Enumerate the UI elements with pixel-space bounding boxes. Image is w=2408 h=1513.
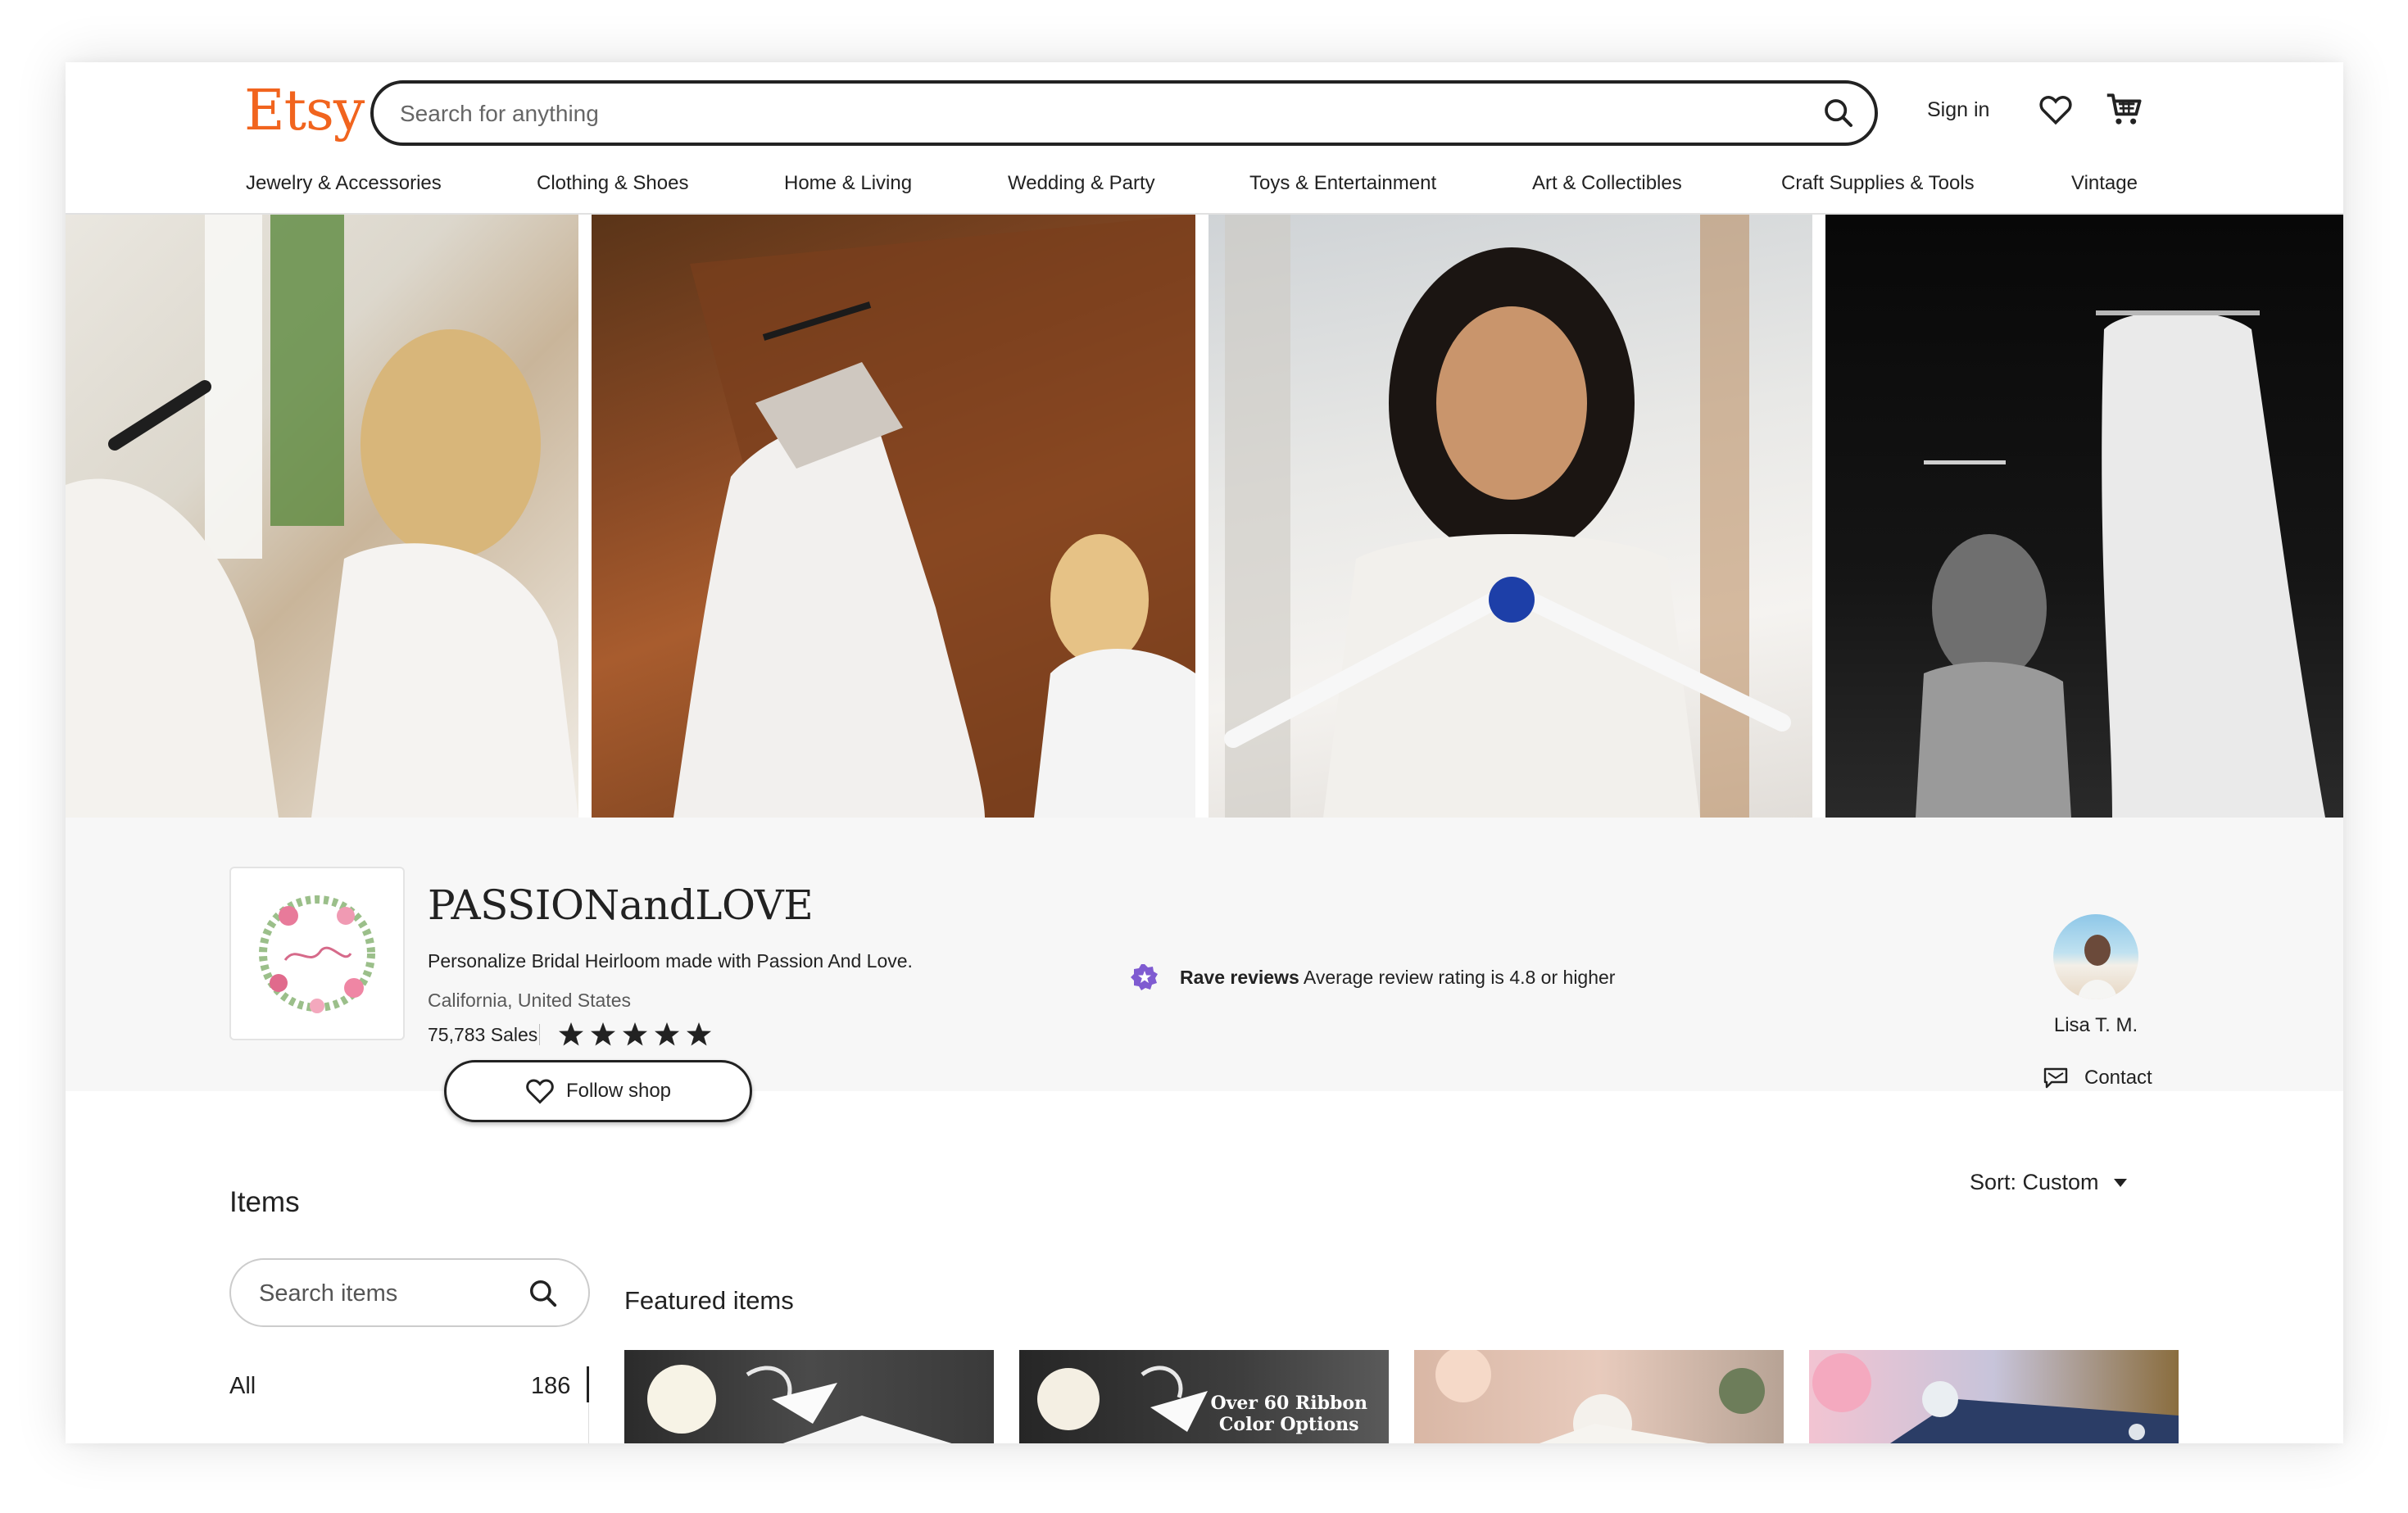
rave-reviews-text: Rave reviews Average review rating is 4.… xyxy=(1180,967,1615,989)
thumbnail-caption-line1: Over 60 Ribbon xyxy=(1210,1393,1367,1414)
nav-art-collectibles[interactable]: Art & Collectibles xyxy=(1532,172,1682,195)
featured-items-heading: Featured items xyxy=(624,1286,794,1315)
star-icon xyxy=(559,1022,583,1046)
browser-page: Etsy Sign in Jewelry & Accessories Cloth… xyxy=(66,62,2343,1443)
shop-name: PASSIONandLOVE xyxy=(428,881,814,929)
category-divider xyxy=(588,1402,589,1443)
search-input[interactable] xyxy=(398,84,1794,144)
sales-divider xyxy=(539,1024,540,1045)
search-bar[interactable] xyxy=(370,80,1878,146)
category-all[interactable]: All xyxy=(229,1373,256,1400)
sign-in-link[interactable]: Sign in xyxy=(1927,98,1989,122)
shop-tagline: Personalize Bridal Heirloom made with Pa… xyxy=(428,950,913,972)
rave-reviews-title: Rave reviews xyxy=(1180,967,1299,988)
category-nav: Jewelry & Accessories Clothing & Shoes H… xyxy=(66,172,2343,205)
message-icon xyxy=(2043,1067,2068,1089)
nav-craft-supplies-tools[interactable]: Craft Supplies & Tools xyxy=(1781,172,1975,195)
heart-icon xyxy=(526,1079,554,1104)
thumbnail-caption: Over 60 Ribbon Color Options xyxy=(1210,1393,1367,1435)
featured-item-thumbnail[interactable] xyxy=(1414,1350,1784,1443)
item-search-bar[interactable] xyxy=(229,1258,590,1327)
items-heading: Items xyxy=(229,1186,300,1218)
heart-icon[interactable] xyxy=(2038,93,2073,126)
caret-down-icon xyxy=(2113,1178,2127,1187)
star-icon xyxy=(623,1022,647,1046)
sort-label: Sort: Custom xyxy=(1970,1170,2099,1194)
shop-location: California, United States xyxy=(428,990,632,1011)
follow-shop-label: Follow shop xyxy=(565,1080,672,1102)
nav-vintage[interactable]: Vintage xyxy=(2071,172,2138,195)
black-white-dress-photo xyxy=(1825,215,2343,818)
shop-banner xyxy=(66,215,2343,818)
search-icon[interactable] xyxy=(528,1278,559,1309)
rating-stars xyxy=(559,1022,711,1046)
nav-clothing-shoes[interactable]: Clothing & Shoes xyxy=(537,172,688,195)
rave-reviews-description: Average review rating is 4.8 or higher xyxy=(1303,967,1616,988)
wedding-dress-on-door-photo xyxy=(592,215,1195,818)
contact-label: Contact xyxy=(2084,1067,2152,1089)
etsy-logo[interactable]: Etsy xyxy=(244,79,365,143)
contact-button[interactable]: Contact xyxy=(2043,1067,2152,1089)
thumbnail-caption-line2: Color Options xyxy=(1218,1414,1359,1435)
featured-item-thumbnail[interactable] xyxy=(1809,1350,2179,1443)
shop-sales-count: 75,783 Sales xyxy=(428,1024,538,1045)
site-header: Etsy Sign in Jewelry & Accessories Cloth… xyxy=(66,62,2343,215)
star-icon xyxy=(591,1022,615,1046)
rave-reviews-badge-icon xyxy=(1131,964,1158,990)
featured-item-thumbnail[interactable] xyxy=(624,1350,994,1443)
search-icon[interactable] xyxy=(1822,97,1855,129)
nav-home-living[interactable]: Home & Living xyxy=(784,172,912,195)
bride-holding-hanger-photo xyxy=(66,215,578,818)
shop-info-panel: PASSIONandLOVE Personalize Bridal Heirlo… xyxy=(66,818,2343,1122)
bride-holding-jeweled-hanger-photo xyxy=(1209,215,1812,818)
featured-item-thumbnail[interactable]: Over 60 Ribbon Color Options xyxy=(1019,1350,1389,1443)
star-icon xyxy=(687,1022,711,1046)
shop-owner-avatar[interactable] xyxy=(2053,914,2138,999)
category-all-count: 186 xyxy=(531,1373,571,1399)
shop-logo xyxy=(229,867,405,1040)
selected-category-indicator xyxy=(587,1366,589,1402)
star-icon xyxy=(655,1022,679,1046)
shopping-cart-icon[interactable] xyxy=(2106,92,2143,128)
nav-jewelry-accessories[interactable]: Jewelry & Accessories xyxy=(246,172,442,195)
nav-toys-entertainment[interactable]: Toys & Entertainment xyxy=(1249,172,1436,195)
nav-wedding-party[interactable]: Wedding & Party xyxy=(1008,172,1155,195)
search-items-input[interactable] xyxy=(257,1260,523,1327)
shop-owner-name[interactable]: Lisa T. M. xyxy=(2053,1014,2138,1037)
follow-shop-button[interactable]: Follow shop xyxy=(444,1060,752,1122)
sort-dropdown[interactable]: Sort: Custom xyxy=(1970,1170,2127,1195)
